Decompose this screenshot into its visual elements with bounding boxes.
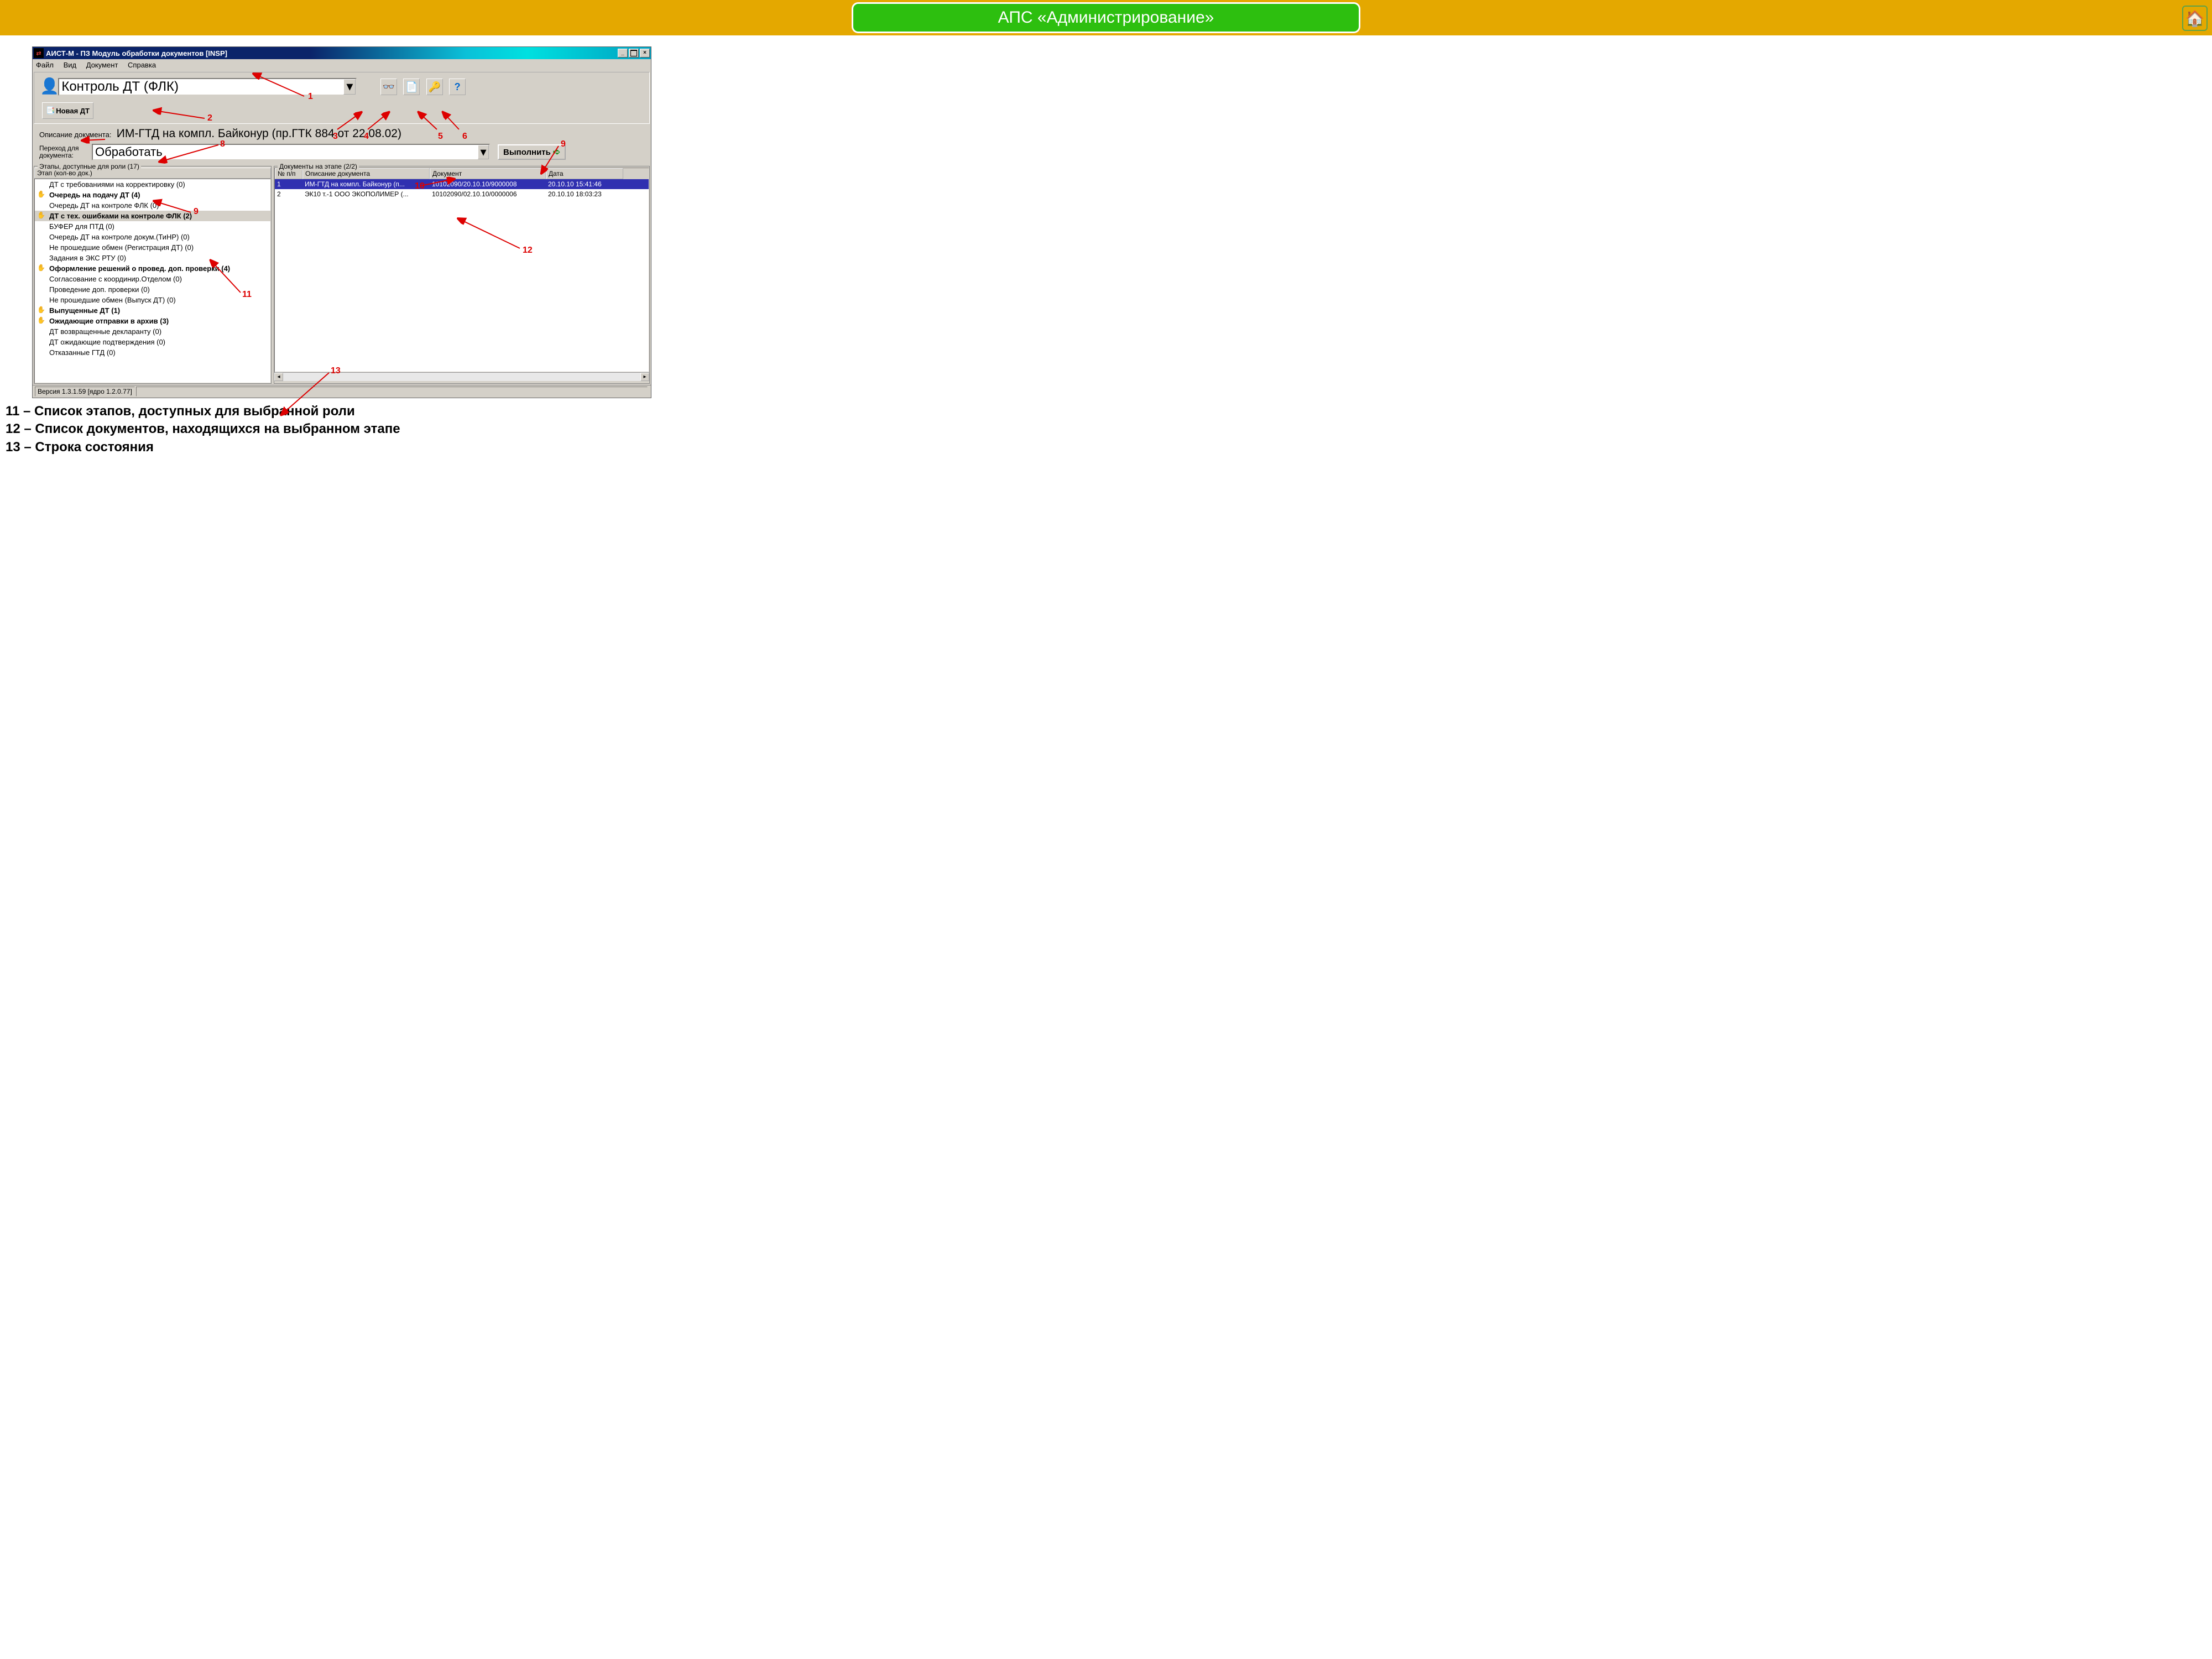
annot-4: 4 [364,132,369,142]
annot-10: 10 [415,181,425,191]
annot-9b: 9 [194,207,199,217]
annot-1: 1 [308,92,313,102]
slide-title-bar: АПС «Администрирование» [852,2,1360,33]
close-button[interactable]: × [640,49,650,58]
annot-9: 9 [561,139,566,149]
minimize-button[interactable]: _ [618,49,628,58]
annot-12: 12 [523,246,533,255]
annot-5: 5 [438,132,443,142]
annot-8: 8 [220,139,225,149]
window-title: АИСТ-М - ПЗ Модуль обработки документов … [46,49,227,58]
app-icon: ⇄ [34,48,44,58]
slide-title: АПС «Администрирование» [998,8,1214,27]
annot-13: 13 [331,366,341,376]
annot-3: 3 [333,132,338,142]
home-icon[interactable]: 🏠 [2182,6,2208,31]
maximize-button[interactable] [629,49,639,58]
annot-6: 6 [462,132,467,142]
scroll-right-icon[interactable]: ▸ [640,373,649,381]
annot-2: 2 [207,113,212,123]
annot-11: 11 [242,290,252,300]
